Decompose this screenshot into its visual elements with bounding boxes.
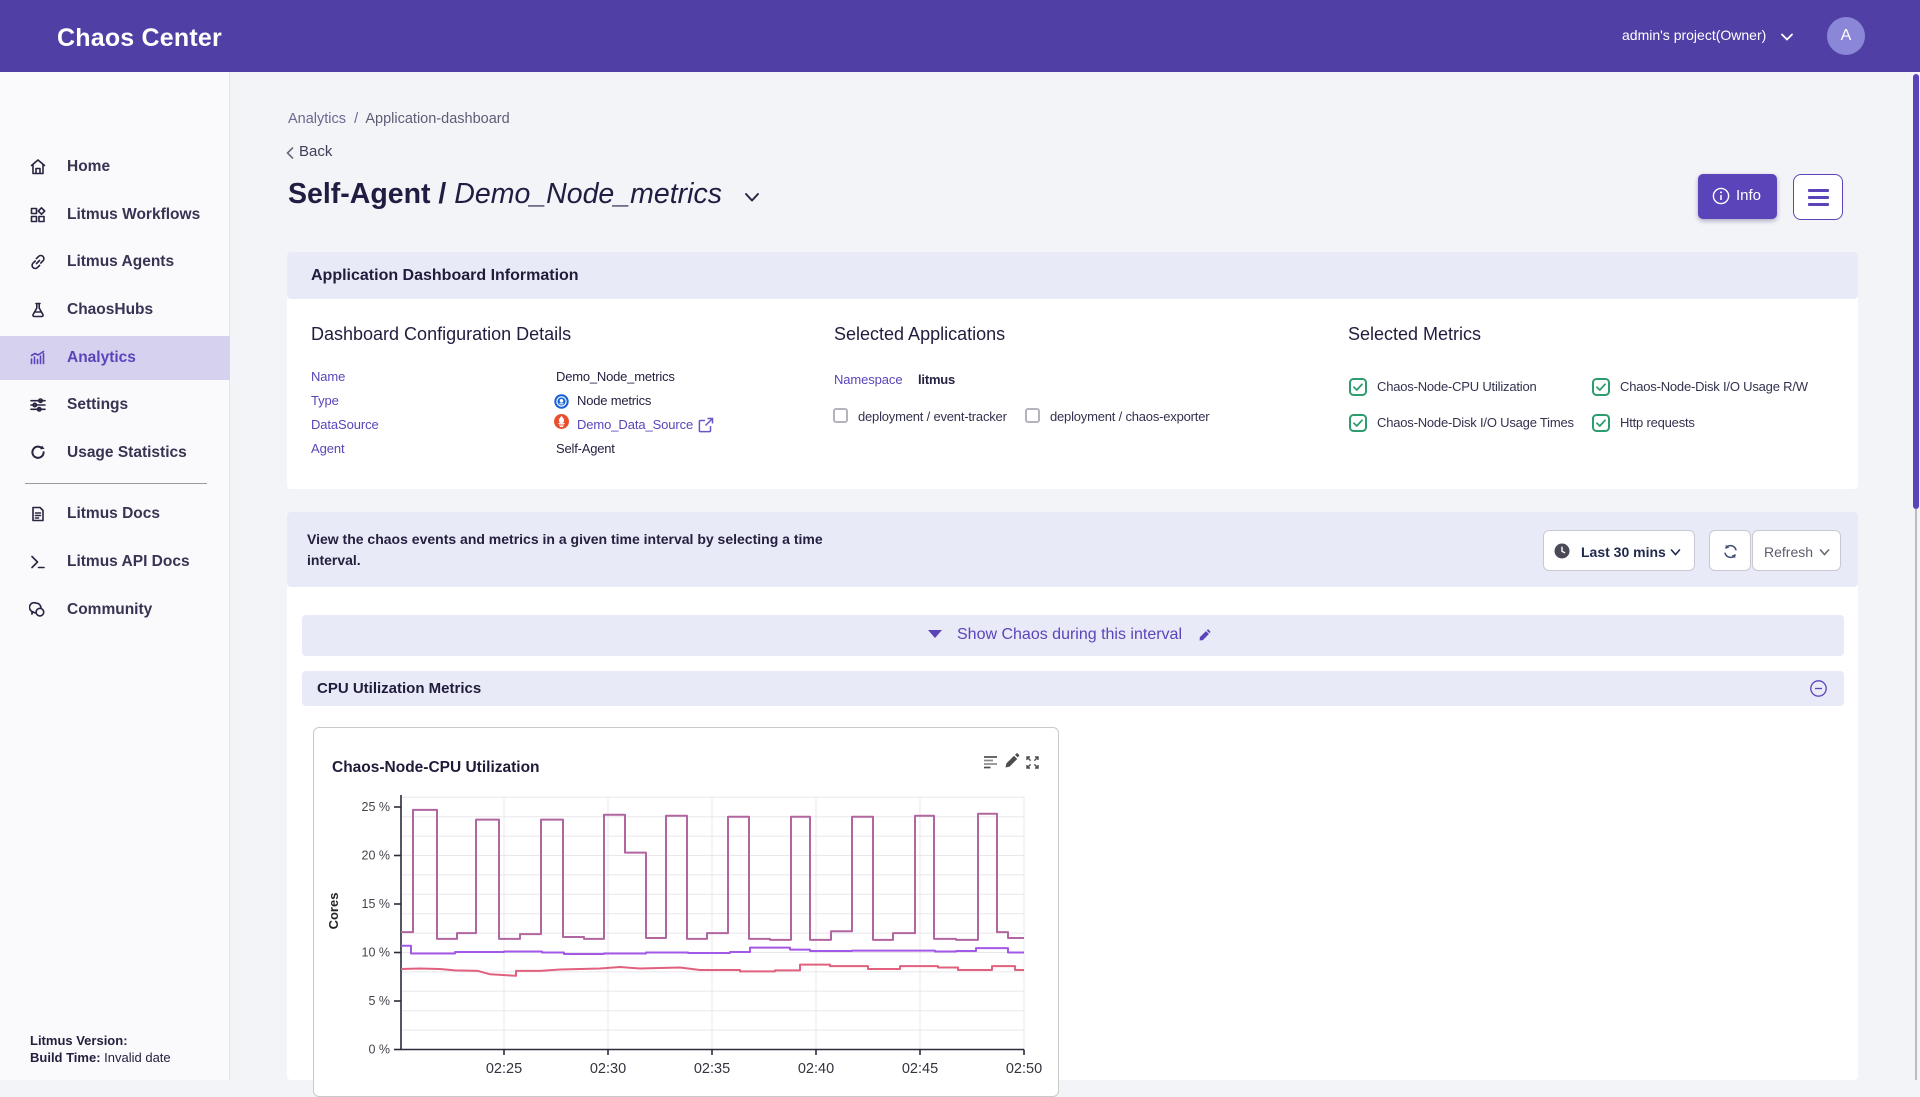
svg-text:0 %: 0 % (368, 1043, 390, 1057)
svg-text:02:35: 02:35 (694, 1061, 730, 1077)
svg-text:10 %: 10 % (362, 946, 391, 960)
svg-text:20 %: 20 % (362, 849, 391, 863)
svg-text:02:25: 02:25 (486, 1061, 522, 1077)
svg-text:02:45: 02:45 (902, 1061, 938, 1077)
svg-text:02:50: 02:50 (1006, 1061, 1042, 1077)
svg-text:Cores: Cores (326, 893, 341, 930)
svg-text:25 %: 25 % (362, 800, 391, 814)
svg-text:02:40: 02:40 (798, 1061, 834, 1077)
svg-text:02:30: 02:30 (590, 1061, 626, 1077)
svg-text:15 %: 15 % (362, 897, 391, 911)
svg-text:5 %: 5 % (368, 994, 390, 1008)
